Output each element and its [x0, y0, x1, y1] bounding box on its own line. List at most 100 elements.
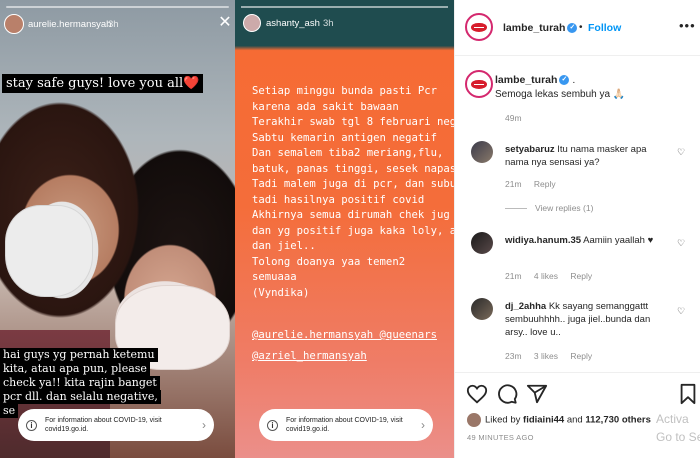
story-avatar[interactable] [4, 14, 24, 34]
caption-username[interactable]: lambe_turah ✓ . [495, 74, 575, 86]
comment-meta: 21m 4 likes Reply [505, 271, 592, 281]
caption-line: se [0, 404, 19, 418]
liked-by-prefix: Liked by [485, 414, 521, 426]
post-panel: lambe_turah ✓ • Follow ••• lambe_turah ✓ .… [454, 0, 700, 458]
caption-time: 49m [505, 113, 522, 123]
story-text-line: (Vyndika) [252, 286, 310, 299]
view-replies-button[interactable]: View replies (1) [505, 203, 593, 213]
story-text-line: Tadi malem juga di pcr, dan subuh [252, 178, 454, 190]
story-text-line: semuaaa [252, 271, 297, 283]
story-photo-mask-adult [5, 205, 93, 297]
covid-info-banner[interactable]: i For information about COVID-19, visit … [18, 409, 214, 441]
post-header: lambe_turah ✓ • Follow ••• [455, 0, 700, 56]
lips-logo-icon [471, 79, 487, 89]
comment-likes[interactable]: 4 likes [534, 271, 558, 281]
info-icon: i [26, 419, 37, 431]
comment-text: dj_2ahha Kk sayang semanggattt sembuuhhh… [505, 300, 670, 339]
header-username-text: lambe_turah [503, 22, 566, 34]
more-options-icon[interactable]: ••• [679, 18, 696, 33]
story-progress-bar [6, 6, 229, 8]
reply-button[interactable]: Reply [570, 271, 592, 281]
heart-icon[interactable]: ♡ [677, 238, 685, 249]
caption-text: Semoga lekas sembuh ya 🙏🏻 [495, 89, 626, 100]
story-progress-bar [241, 6, 448, 8]
caption-username-text: lambe_turah [495, 74, 558, 86]
story-text-line: Setiap minggu bunda pasti Pcr [252, 85, 437, 97]
comment-likes[interactable]: 3 likes [534, 351, 558, 361]
comment-username[interactable]: dj_2ahha [505, 301, 546, 312]
covid-info-banner[interactable]: i For information about COVID-19, visit … [259, 409, 433, 441]
caption-line: hai guys yg pernah ketemu [0, 348, 158, 362]
comment-username[interactable]: setyabaruz [505, 144, 555, 155]
story-text-line: Akhirnya semua dirumah chek jug [252, 209, 450, 221]
comment-meta: 23m 3 likes Reply [505, 351, 592, 361]
story-username[interactable]: ashanty_ash [266, 18, 320, 29]
story-text-line: Tolong doanya yaa temen2 [252, 255, 406, 268]
story-text-line: dan jiel.. [252, 240, 316, 252]
caption-suffix: . [572, 74, 576, 86]
story-text-line: Dan semalem tiba2 meriang,flu, [252, 147, 444, 159]
lips-logo-icon [471, 22, 487, 32]
story-text-line: Sabtu kemarin antigen negatif [252, 131, 437, 144]
watermark-line: Activa [656, 412, 689, 426]
story-text-line: dan yg positif juga kaka loly, arsy [252, 224, 454, 237]
comment-icon[interactable] [496, 383, 518, 405]
like-heart-icon[interactable] [466, 383, 488, 405]
story-text-line: batuk, panas tinggi, sesek napas [252, 162, 454, 175]
bookmark-icon[interactable] [677, 383, 699, 405]
verified-badge-icon: ✓ [559, 75, 570, 86]
info-icon: i [267, 419, 278, 431]
watermark-line: Go to Se [656, 430, 700, 444]
comment-time: 23m [505, 351, 522, 361]
verified-badge-icon: ✓ [567, 23, 578, 34]
liked-by-user[interactable]: fidiaini44 [523, 415, 564, 426]
activation-watermark: Activa Go to Se [656, 410, 700, 446]
story-caption-top: stay safe guys! love you all❤️ [2, 74, 204, 93]
avatar[interactable] [465, 13, 493, 41]
follow-button[interactable]: Follow [588, 22, 621, 34]
caption-line: check ya!! kita rajin banget [0, 376, 160, 390]
covid-info-text: For information about COVID-19, visit co… [45, 417, 162, 433]
story-middle[interactable]: ashanty_ash 3h Setiap minggu bunda pasti… [235, 0, 454, 458]
story-username[interactable]: aurelie.hermansyah [28, 19, 111, 30]
comment-time: 21m [505, 271, 522, 281]
mention-link[interactable]: @azriel_hermansyah [252, 346, 454, 367]
chevron-right-icon: › [421, 418, 425, 432]
reply-button[interactable]: Reply [534, 179, 556, 189]
comment-username[interactable]: widiya.hanum.35 [505, 235, 581, 246]
screen: aurelie.hermansyah 3h ✕ stay safe guys! … [0, 0, 700, 458]
view-replies-label: View replies (1) [535, 203, 594, 213]
divider [505, 208, 527, 210]
caption-line: kita, atau apa pun, please [0, 362, 150, 376]
liked-by-others[interactable]: 112,730 others [585, 415, 651, 426]
header-username[interactable]: lambe_turah ✓ [503, 22, 578, 34]
chevron-right-icon: › [202, 418, 206, 432]
reply-button[interactable]: Reply [570, 351, 592, 361]
story-text-line: karena ada sakit bawaan [252, 100, 399, 113]
story-left[interactable]: aurelie.hermansyah 3h ✕ stay safe guys! … [0, 0, 235, 458]
story-text-line: tadi hasilnya positif covid [252, 193, 425, 206]
story-text-line: Terakhir swab tgl 8 februari negat [252, 116, 454, 128]
heart-icon[interactable]: ♡ [677, 306, 685, 317]
comment-time: 21m [505, 179, 522, 189]
heart-icon[interactable]: ♡ [677, 147, 685, 158]
story-text-block: Setiap minggu bunda pasti Pcr karena ada… [252, 84, 454, 301]
story-caption-bottom: hai guys yg pernah ketemu kita, atau apa… [0, 348, 161, 418]
close-icon[interactable]: ✕ [218, 15, 232, 31]
mention-link[interactable]: @aurelie.hermansyah @queenars [252, 325, 454, 346]
avatar[interactable] [471, 298, 493, 320]
comment-text: setyabaruz Itu nama masker apa nama nya … [505, 143, 670, 169]
avatar[interactable] [471, 141, 493, 163]
post-time: 49 MINUTES AGO [467, 433, 534, 442]
follow-separator: • [579, 22, 583, 33]
avatar [467, 413, 481, 427]
story-time: 3h [323, 18, 334, 29]
caption-line: pcr dll. dan selalu negative, [0, 390, 161, 404]
covid-info-text: For information about COVID-19, visit co… [286, 417, 403, 433]
liked-by-and: and [566, 414, 583, 426]
comment-meta: 21m Reply [505, 179, 556, 189]
share-icon[interactable] [526, 383, 548, 405]
avatar[interactable] [471, 232, 493, 254]
story-avatar[interactable] [243, 14, 261, 32]
avatar[interactable] [465, 70, 493, 98]
